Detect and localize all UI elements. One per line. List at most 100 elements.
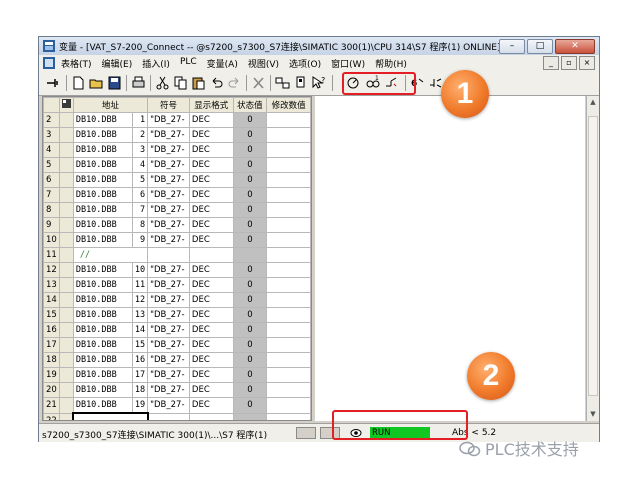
cut-icon[interactable]	[154, 75, 171, 91]
address-index-cell[interactable]: 8	[131, 217, 149, 233]
table-row[interactable]: 13 DB10.DBB 11 "DB_27- DEC 0	[43, 277, 311, 293]
display-format-cell[interactable]: DEC	[188, 337, 234, 353]
address-cell[interactable]: DB10.DBB	[72, 112, 133, 128]
paste-icon[interactable]	[190, 75, 207, 91]
modify-value-cell[interactable]	[266, 112, 311, 128]
delete-icon[interactable]	[250, 75, 267, 91]
modify-value-cell[interactable]	[266, 202, 311, 218]
symbol-cell[interactable]: "DB_27-	[147, 262, 190, 278]
modify-value-cell[interactable]	[266, 142, 311, 158]
symbol-cell[interactable]: "DB_27-	[147, 187, 190, 203]
display-format-cell[interactable]: DEC	[188, 187, 234, 203]
copy-icon[interactable]	[172, 75, 189, 91]
modify-value-cell[interactable]	[266, 367, 311, 383]
symbol-cell[interactable]: "DB_27-	[147, 142, 190, 158]
address-cell[interactable]: DB10.DBB	[72, 307, 133, 323]
modify-value-cell[interactable]	[266, 382, 311, 398]
display-format-cell[interactable]: DEC	[188, 232, 234, 248]
mdi-restore-button[interactable]: ▫	[561, 56, 577, 70]
address-cell[interactable]: DB10.DBB	[72, 232, 133, 248]
address-cell[interactable]: DB10.DBB	[72, 277, 133, 293]
address-cell[interactable]: DB10.DBB	[72, 157, 133, 173]
modify-value-cell[interactable]	[266, 232, 311, 248]
address-index-cell[interactable]: 7	[131, 202, 149, 218]
trigger-icon[interactable]	[292, 75, 309, 91]
symbol-cell[interactable]: "DB_27-	[147, 112, 190, 128]
display-format-cell[interactable]	[188, 247, 234, 263]
table-row[interactable]: 18 DB10.DBB 16 "DB_27- DEC 0	[43, 352, 311, 368]
table-row[interactable]: 20 DB10.DBB 18 "DB_27- DEC 0	[43, 382, 311, 398]
display-format-cell[interactable]: DEC	[188, 262, 234, 278]
header-modify-value[interactable]: 修改数值	[266, 97, 311, 113]
display-format-cell[interactable]: DEC	[188, 292, 234, 308]
modify-value-cell[interactable]	[266, 352, 311, 368]
symbol-cell[interactable]: "DB_27-	[147, 277, 190, 293]
address-cell[interactable]: DB10.DBB	[72, 127, 133, 143]
table-row[interactable]: 10 DB10.DBB 9 "DB_27- DEC 0	[43, 232, 311, 248]
table-row[interactable]: 4 DB10.DBB 3 "DB_27- DEC 0	[43, 142, 311, 158]
address-cell[interactable]: DB10.DBB	[72, 217, 133, 233]
vertical-scrollbar[interactable]: ▲ ▼	[586, 96, 599, 421]
address-index-cell[interactable]: 6	[131, 187, 149, 203]
modify-value-cell[interactable]	[266, 127, 311, 143]
address-cell[interactable]: DB10.DBB	[72, 352, 133, 368]
comment-cell[interactable]: //	[72, 247, 149, 263]
address-index-cell[interactable]: 1	[131, 112, 149, 128]
header-symbol[interactable]: 符号	[147, 97, 190, 113]
modify-value-cell[interactable]	[266, 412, 311, 420]
address-index-cell[interactable]: 16	[131, 352, 149, 368]
symbol-cell[interactable]: "DB_27-	[147, 307, 190, 323]
scroll-thumb[interactable]	[588, 116, 598, 396]
table-row[interactable]: 6 DB10.DBB 5 "DB_27- DEC 0	[43, 172, 311, 188]
display-format-cell[interactable]: DEC	[188, 352, 234, 368]
display-format-cell[interactable]: DEC	[188, 322, 234, 338]
header-address[interactable]: 地址	[72, 97, 149, 113]
monitor-config-icon[interactable]	[274, 75, 291, 91]
menu-help[interactable]: 帮助(H)	[375, 57, 407, 70]
table-row[interactable]: 14 DB10.DBB 12 "DB_27- DEC 0	[43, 292, 311, 308]
address-index-cell[interactable]: 19	[131, 397, 149, 414]
display-format-cell[interactable]: DEC	[188, 202, 234, 218]
table-row[interactable]: 21 DB10.DBB 19 "DB_27- DEC 0	[43, 397, 311, 414]
table-row[interactable]: 8 DB10.DBB 7 "DB_27- DEC 0	[43, 202, 311, 218]
display-format-cell[interactable]: DEC	[188, 397, 234, 414]
title-bar[interactable]: 变量 - [VAT_S7-200_Connect -- @s7200_s7300…	[39, 37, 599, 55]
minimize-button[interactable]: –	[499, 39, 525, 54]
modify-value-cell[interactable]	[266, 172, 311, 188]
modify-value-cell[interactable]	[266, 307, 311, 323]
symbol-cell[interactable]	[147, 412, 190, 420]
scroll-down-icon[interactable]: ▼	[589, 410, 597, 418]
symbol-cell[interactable]: "DB_27-	[147, 367, 190, 383]
display-format-cell[interactable]: DEC	[188, 367, 234, 383]
address-index-cell[interactable]: 10	[131, 262, 149, 278]
table-row[interactable]: 16 DB10.DBB 14 "DB_27- DEC 0	[43, 322, 311, 338]
header-status-value[interactable]: 状态值	[232, 97, 268, 113]
header-display-format[interactable]: 显示格式	[188, 97, 234, 113]
display-format-cell[interactable]	[188, 412, 234, 420]
modify-value-cell[interactable]	[266, 157, 311, 173]
menu-table[interactable]: 表格(T)	[61, 57, 92, 70]
table-row[interactable]: 7 DB10.DBB 6 "DB_27- DEC 0	[43, 187, 311, 203]
modify-value-cell[interactable]	[266, 292, 311, 308]
symbol-cell[interactable]: "DB_27-	[147, 217, 190, 233]
address-cell[interactable]: DB10.DBB	[72, 397, 133, 414]
symbol-cell[interactable]: "DB_27-	[147, 337, 190, 353]
display-format-cell[interactable]: DEC	[188, 112, 234, 128]
display-format-cell[interactable]: DEC	[188, 172, 234, 188]
symbol-cell[interactable]: "DB_27-	[147, 292, 190, 308]
display-format-cell[interactable]: DEC	[188, 142, 234, 158]
symbol-cell[interactable]: "DB_27-	[147, 352, 190, 368]
display-format-cell[interactable]: DEC	[188, 307, 234, 323]
modify-value-cell[interactable]	[266, 322, 311, 338]
address-cell[interactable]: DB10.DBB	[72, 172, 133, 188]
address-index-cell[interactable]: 18	[131, 382, 149, 398]
menu-edit[interactable]: 编辑(E)	[102, 57, 133, 70]
open-icon[interactable]	[88, 75, 105, 91]
display-format-cell[interactable]: DEC	[188, 157, 234, 173]
mdi-minimize-button[interactable]: _	[543, 56, 559, 70]
table-row[interactable]: 19 DB10.DBB 17 "DB_27- DEC 0	[43, 367, 311, 383]
address-cell[interactable]: DB10.DBB	[72, 382, 133, 398]
address-index-cell[interactable]: 4	[131, 157, 149, 173]
close-button[interactable]: ✕	[555, 39, 595, 54]
display-format-cell[interactable]: DEC	[188, 382, 234, 398]
